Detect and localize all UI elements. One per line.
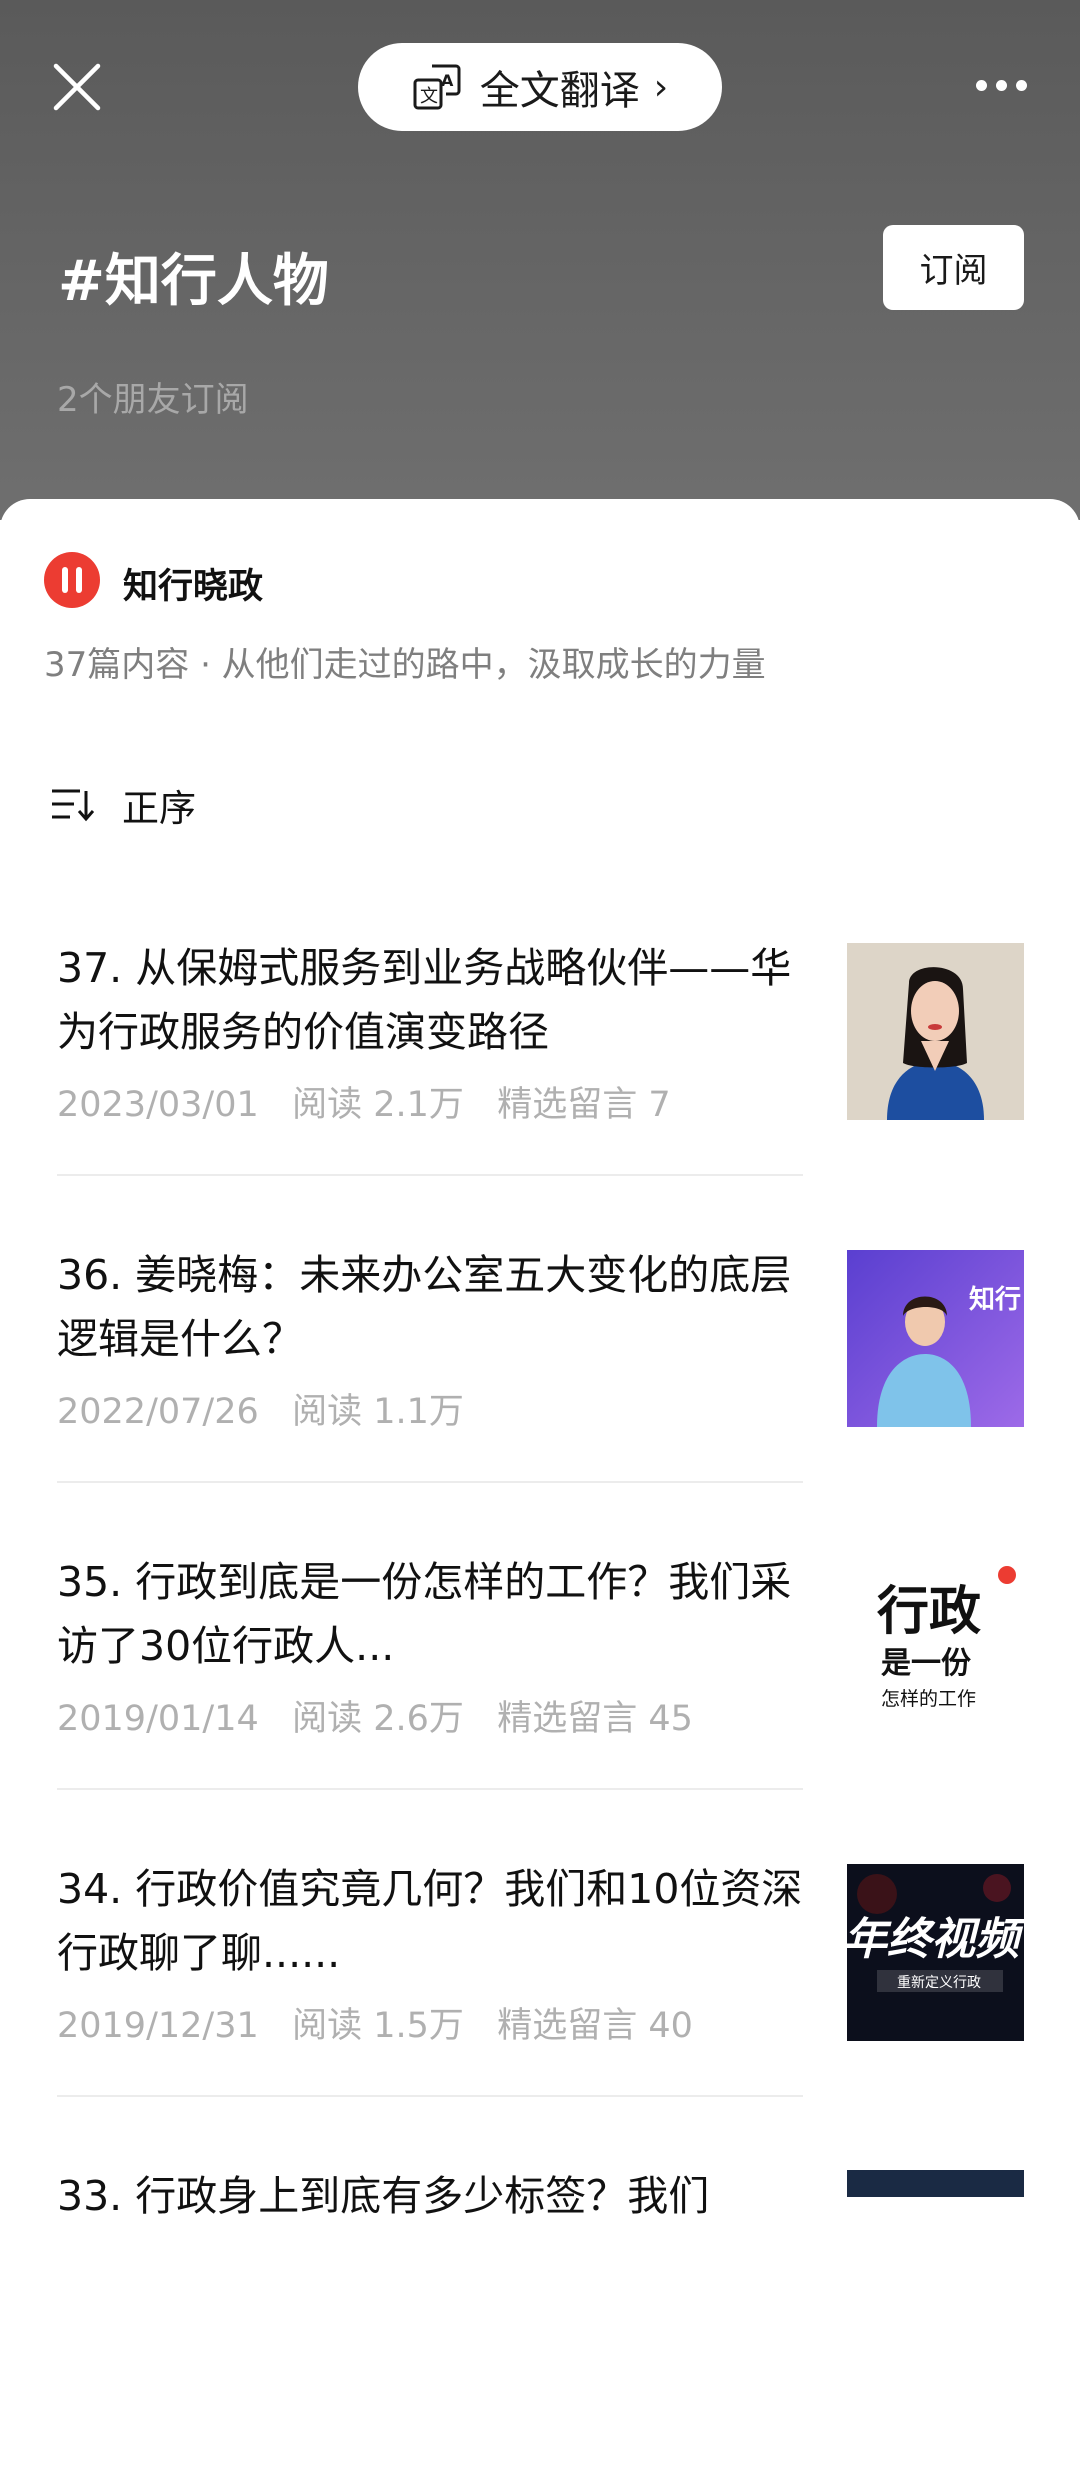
- account-description: 37篇内容 · 从他们走过的路中，汲取成长的力量: [44, 645, 766, 685]
- svg-text:文: 文: [420, 86, 438, 107]
- thumbnail-text: 年终视频: [847, 1914, 1024, 1965]
- more-button[interactable]: [972, 66, 1032, 106]
- account-avatar[interactable]: [44, 552, 100, 608]
- article-item[interactable]: 37. 从保姆式服务到业务战略伙伴——华为行政服务的价值演变路径 2023/03…: [57, 936, 803, 1242]
- year-end-video-image: 年终视频 重新定义行政: [847, 1864, 1024, 2041]
- subscribe-button[interactable]: 订阅: [883, 225, 1024, 310]
- article-title: 36. 姜晓梅：未来办公室五大变化的底层逻辑是什么？: [57, 1251, 792, 1363]
- article-title: 37. 从保姆式服务到业务战略伙伴——华为行政服务的价值演变路径: [57, 944, 792, 1056]
- account-name[interactable]: 知行晓政: [123, 558, 263, 609]
- article-thumbnail[interactable]: 知行: [847, 1250, 1024, 1427]
- divider: [57, 1174, 803, 1176]
- sort-label: 正序: [122, 787, 196, 830]
- article-item[interactable]: 35. 行政到底是一份怎样的工作？我们采访了30位行政人... 2019/01/…: [57, 1550, 803, 1856]
- divider: [57, 1788, 803, 1790]
- text-cover-image: 行政 是一份 怎样的工作: [877, 1566, 1016, 1710]
- thumbnail-text: 怎样的工作: [881, 1688, 976, 1710]
- thumbnail-text: 知行: [969, 1284, 1021, 1315]
- article-title: 35. 行政到底是一份怎样的工作？我们采访了30位行政人...: [57, 1558, 792, 1670]
- close-icon: [53, 63, 101, 111]
- svg-text:A: A: [441, 71, 454, 90]
- thumbnail-text: 重新定义行政: [897, 1975, 981, 1991]
- pause-logo-icon: [62, 567, 82, 593]
- article-title: 33. 行政身上到底有多少标签？我们: [57, 2172, 710, 2220]
- thumbnail-text: 行政: [877, 1582, 981, 1642]
- chevron-right-icon: ›: [653, 66, 669, 108]
- close-button[interactable]: [52, 62, 102, 112]
- more-icon-dot: [1016, 80, 1027, 91]
- more-icon-dot: [996, 80, 1007, 91]
- article-item[interactable]: 36. 姜晓梅：未来办公室五大变化的底层逻辑是什么？ 2022/07/26 阅读…: [57, 1243, 803, 1549]
- article-thumbnail[interactable]: 年终视频 重新定义行政: [847, 1864, 1024, 2041]
- translate-icon: 文 A: [413, 64, 461, 110]
- article-thumbnail[interactable]: [847, 943, 1024, 1120]
- divider: [57, 2095, 803, 2097]
- article-meta: 2023/03/01 阅读 2.1万 精选留言 7: [57, 1085, 671, 1125]
- full-text-translate-button[interactable]: 文 A 全文翻译 ›: [358, 43, 722, 131]
- hashtag-title: #知行人物: [58, 249, 329, 314]
- sort-toggle[interactable]: 正序: [50, 778, 196, 832]
- article-title: 34. 行政价值究竟几何？我们和10位资深行政聊了聊......: [57, 1865, 803, 1977]
- article-meta: 2019/01/14 阅读 2.6万 精选留言 45: [57, 1699, 693, 1739]
- article-item[interactable]: 33. 行政身上到底有多少标签？我们: [57, 2164, 803, 2470]
- article-meta: 2022/07/26 阅读 1.1万: [57, 1392, 464, 1432]
- more-icon: [976, 80, 987, 91]
- thumbnail-text: 是一份: [881, 1646, 971, 1681]
- article-item[interactable]: 34. 行政价值究竟几何？我们和10位资深行政聊了聊...... 2019/12…: [57, 1857, 803, 2163]
- divider: [57, 1481, 803, 1483]
- article-thumbnail[interactable]: 行政 是一份 怎样的工作: [847, 1557, 1024, 1734]
- translate-label: 全文翻译: [479, 68, 640, 114]
- sort-icon: [52, 789, 94, 822]
- friends-subscribed-text: 2个朋友订阅: [57, 380, 249, 420]
- portrait-image: [847, 943, 1024, 1120]
- article-meta: 2019/12/31 阅读 1.5万 精选留言 40: [57, 2006, 693, 2046]
- speaker-image: 知行: [847, 1250, 1024, 1427]
- article-thumbnail[interactable]: [847, 2170, 1024, 2197]
